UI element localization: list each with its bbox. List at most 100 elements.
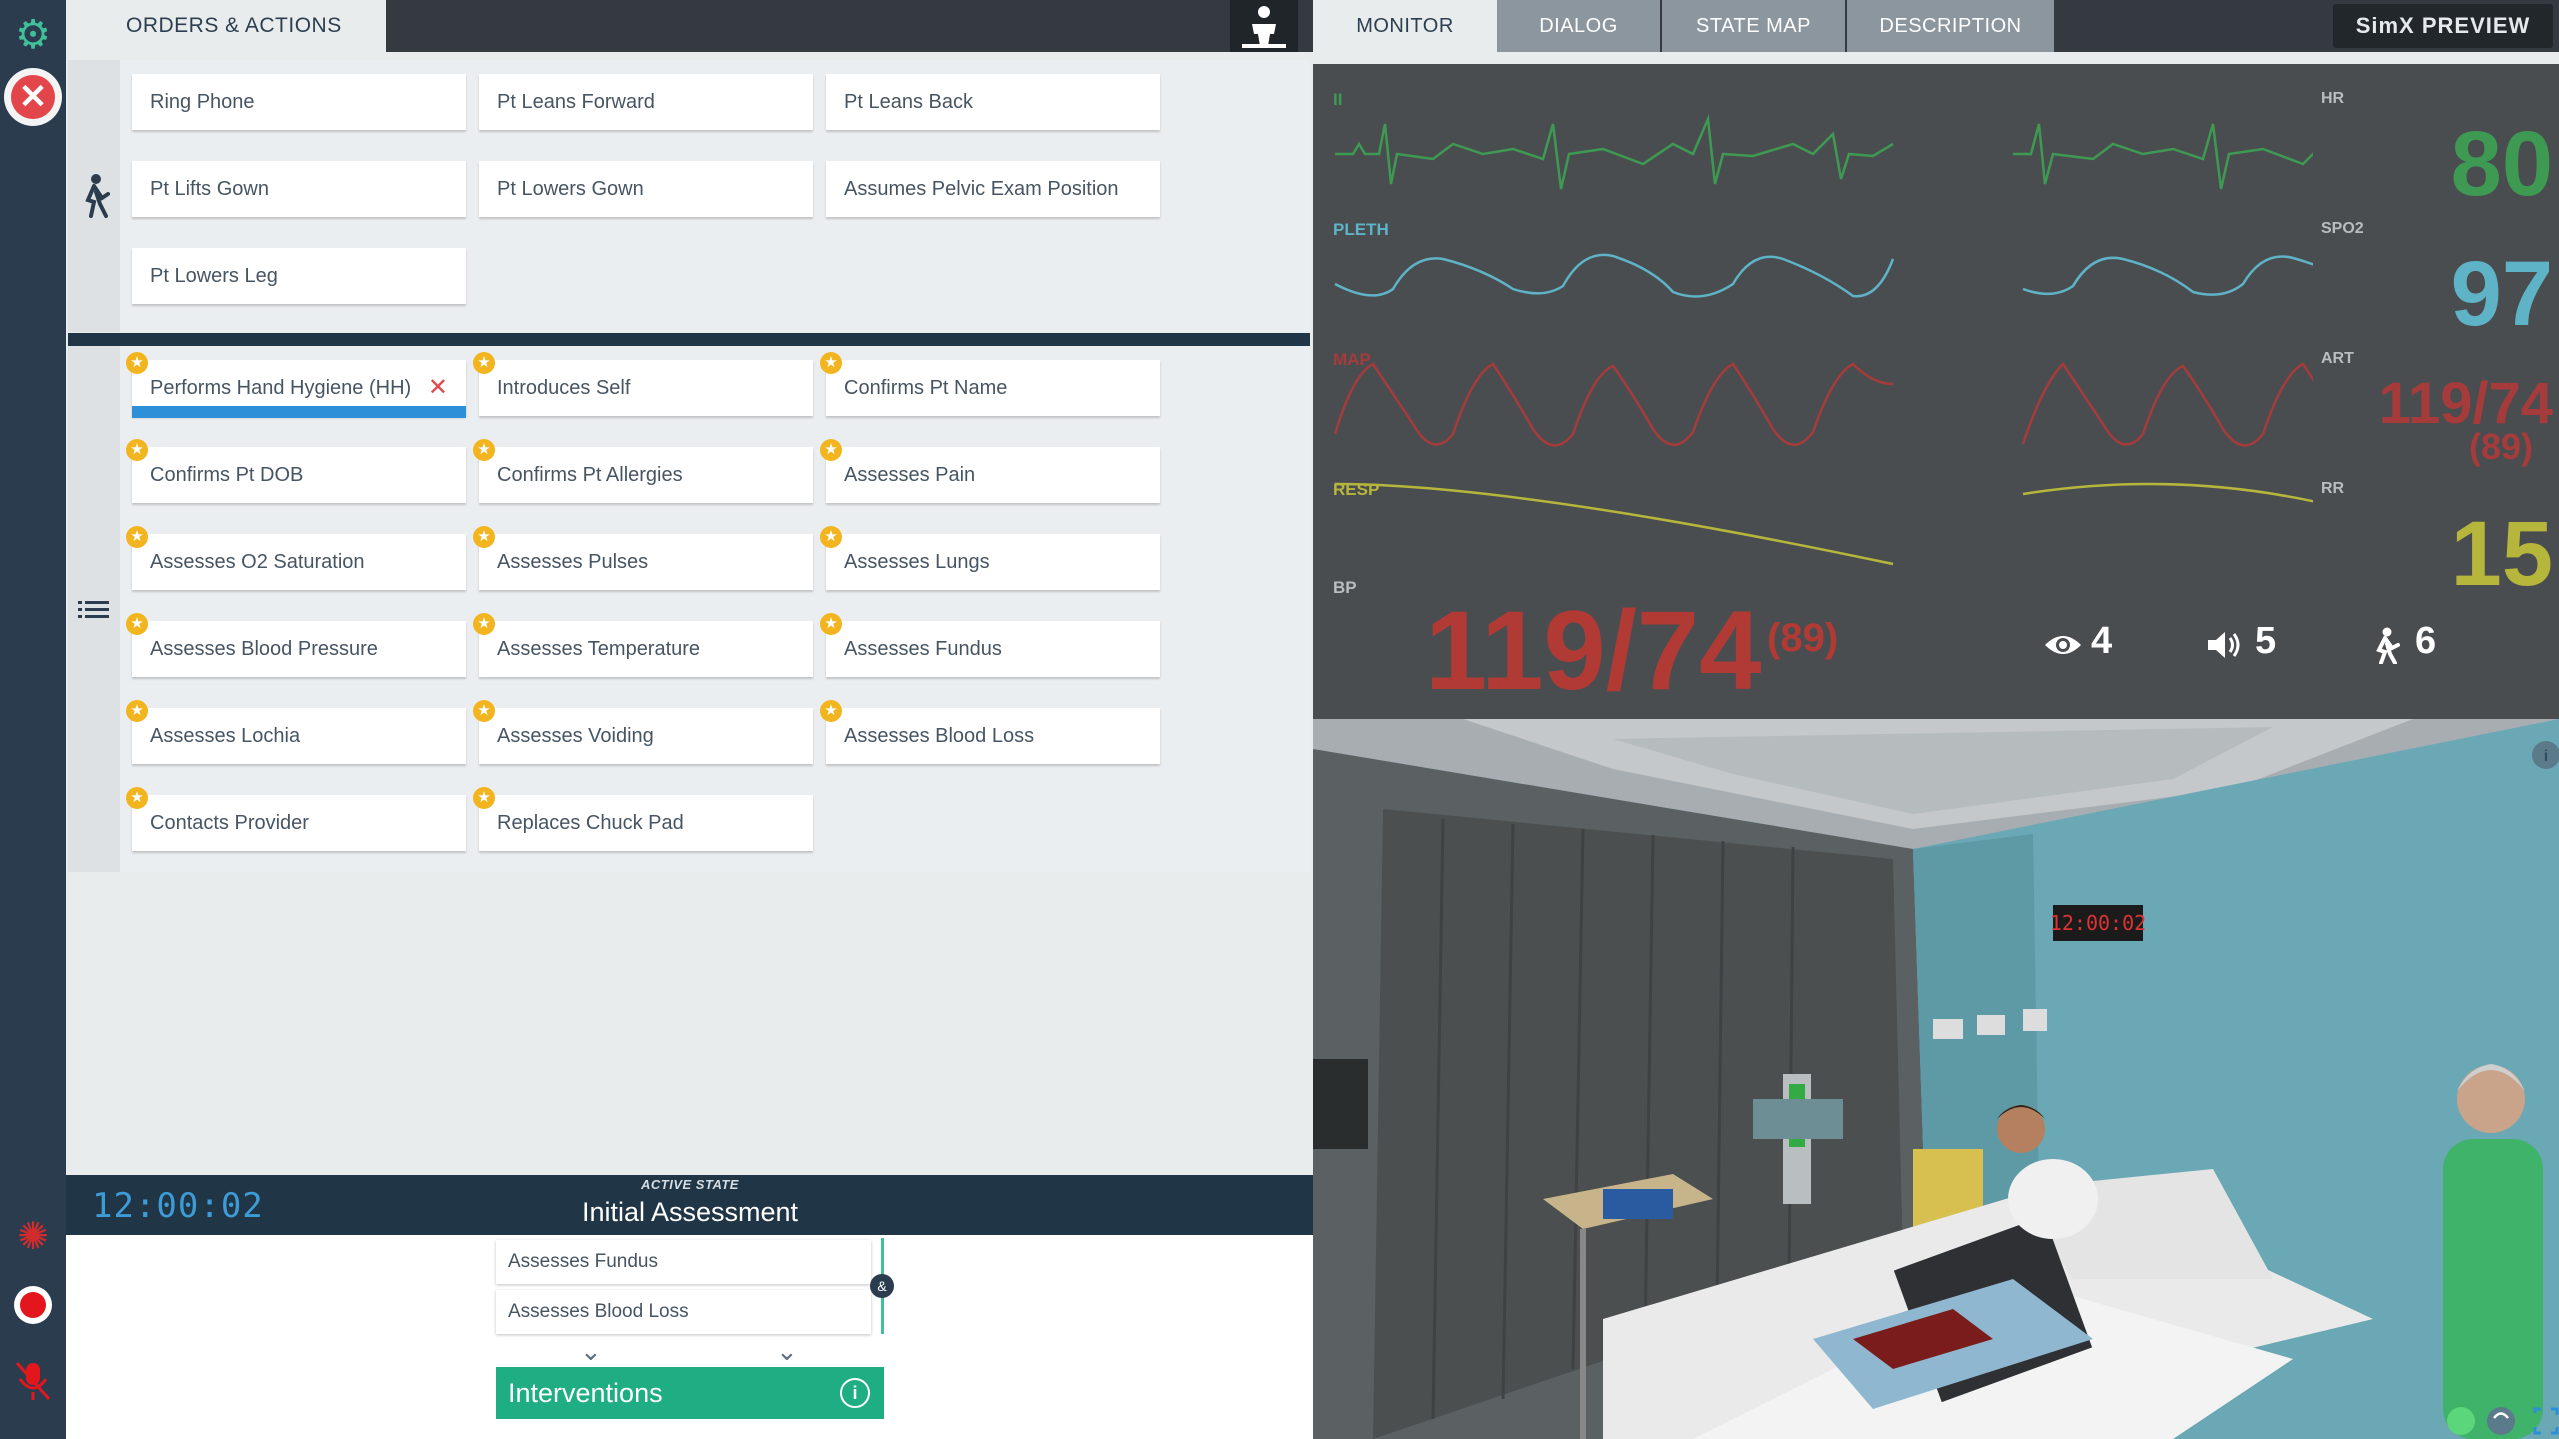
star-icon: ★ — [126, 526, 148, 548]
list-icon — [76, 596, 112, 626]
hr-label: HR — [2321, 90, 2345, 107]
next-state-interventions[interactable]: Interventions i — [496, 1367, 884, 1419]
speaker-count: 5 — [2255, 620, 2277, 662]
tab-description[interactable]: DESCRIPTION — [1847, 0, 2054, 52]
art-label: ART — [2321, 350, 2354, 367]
rr-label: RR — [2321, 480, 2345, 497]
star-icon: ★ — [473, 352, 495, 374]
progress-bar — [132, 406, 466, 418]
action-assesses-lungs[interactable]: ★ Assesses Lungs — [820, 526, 1160, 590]
vitals-monitor: II PLETH MAP RESP BP HR 80 SPO2 97 ART 1… — [1313, 64, 2559, 719]
tab-state-map[interactable]: STATE MAP — [1662, 0, 1845, 52]
pleth-waveform — [1334, 253, 2313, 298]
action-contacts-provider[interactable]: ★ Contacts Provider — [126, 787, 466, 851]
reset-view-icon — [2487, 1407, 2515, 1435]
action-pt-leans-back[interactable]: Pt Leans Back — [826, 74, 1160, 130]
close-button[interactable]: ✕ — [4, 68, 62, 126]
ecg-waveform — [1335, 114, 2313, 190]
speaker-icon — [2205, 628, 2243, 667]
art-waveform — [1333, 362, 2313, 447]
action-introduces-self[interactable]: ★ Introduces Self — [473, 352, 813, 416]
spo2-value: 97 — [2450, 243, 2553, 345]
star-icon: ★ — [820, 526, 842, 548]
star-icon: ★ — [126, 700, 148, 722]
tab-monitor[interactable]: MONITOR — [1313, 0, 1497, 52]
star-icon: ★ — [473, 526, 495, 548]
status-indicator — [2447, 1407, 2475, 1435]
eye-count: 4 — [2091, 620, 2113, 662]
patient-view-button[interactable] — [1230, 0, 1298, 52]
state-name: Initial Assessment — [581, 1197, 799, 1227]
action-pt-leans-forward[interactable]: Pt Leans Forward — [479, 74, 813, 130]
action-assesses-blood-loss[interactable]: ★ Assesses Blood Loss — [820, 700, 1160, 764]
star-icon: ★ — [126, 613, 148, 635]
svg-text:i: i — [2544, 748, 2548, 765]
action-pt-lowers-gown[interactable]: Pt Lowers Gown — [479, 161, 813, 217]
star-icon: ★ — [473, 613, 495, 635]
resp-waveform — [1334, 482, 2313, 566]
action-assesses-fundus[interactable]: ★ Assesses Fundus — [820, 613, 1160, 677]
pending-action-fundus[interactable]: Assesses Fundus — [496, 1240, 871, 1284]
action-assesses-voiding[interactable]: ★ Assesses Voiding — [473, 700, 813, 764]
sim-clock: 12:00:02 — [92, 1186, 264, 1226]
star-icon: ★ — [126, 352, 148, 374]
action-assesses-temperature[interactable]: ★ Assesses Temperature — [473, 613, 813, 677]
star-icon: ★ — [126, 439, 148, 461]
walking-person-icon — [74, 170, 114, 220]
art-value: 119/74 — [2378, 371, 2553, 436]
action-confirms-pt-name[interactable]: ★ Confirms Pt Name — [820, 352, 1160, 416]
chevron-down-icon[interactable]: ⌄ — [580, 1336, 602, 1367]
walking-count: 6 — [2415, 620, 2437, 662]
star-icon: ★ — [126, 787, 148, 809]
close-icon: ✕ — [11, 75, 55, 119]
action-assesses-pain[interactable]: ★ Assesses Pain — [820, 439, 1160, 503]
simx-preview-badge: SimX PREVIEW — [2333, 4, 2553, 48]
patient-icon — [1242, 6, 1286, 48]
patient-actions-panel: Ring Phone Pt Leans Forward Pt Leans Bac… — [120, 60, 1310, 332]
action-replaces-chuck-pad[interactable]: ★ Replaces Chuck Pad — [473, 787, 813, 851]
tab-dialog[interactable]: DIALOG — [1497, 0, 1660, 52]
assessment-actions-panel: ★ Performs Hand Hygiene (HH) ✕ ★ Introduc… — [120, 346, 1310, 872]
action-assesses-bp[interactable]: ★ Assesses Blood Pressure — [126, 613, 466, 677]
info-icon[interactable]: i — [840, 1378, 870, 1408]
scene-clock-text: 12:00:02 — [2050, 911, 2146, 935]
action-pelvic-exam-position[interactable]: Assumes Pelvic Exam Position — [826, 161, 1160, 217]
star-icon: ★ — [820, 352, 842, 374]
action-assesses-lochia[interactable]: ★ Assesses Lochia — [126, 700, 466, 764]
action-confirms-pt-dob[interactable]: ★ Confirms Pt DOB — [126, 439, 466, 503]
star-icon: ★ — [820, 700, 842, 722]
tab-orders-actions[interactable]: ORDERS & ACTIONS — [66, 0, 386, 52]
panel-divider — [68, 333, 1310, 346]
bp-mean: (89) — [1767, 616, 1839, 660]
star-icon: ★ — [473, 439, 495, 461]
virus-icon[interactable]: ✺ — [8, 1212, 58, 1262]
waveform-area — [1333, 114, 2313, 566]
action-pt-lifts-gown[interactable]: Pt Lifts Gown — [132, 161, 466, 217]
star-icon: ★ — [820, 613, 842, 635]
gear-icon[interactable]: ⚙ — [10, 12, 56, 58]
and-badge: & — [870, 1274, 894, 1298]
eye-icon — [2043, 630, 2083, 665]
hr-value: 80 — [2450, 113, 2553, 215]
mute-mic-icon[interactable] — [8, 1356, 58, 1406]
star-icon: ★ — [820, 439, 842, 461]
action-pt-lowers-leg[interactable]: Pt Lowers Leg — [132, 248, 466, 304]
action-confirms-pt-allergies[interactable]: ★ Confirms Pt Allergies — [473, 439, 813, 503]
action-assesses-pulses[interactable]: ★ Assesses Pulses — [473, 526, 813, 590]
spo2-label: SPO2 — [2321, 220, 2364, 237]
art-mean: (89) — [2468, 426, 2533, 467]
pending-action-blood-loss[interactable]: Assesses Blood Loss — [496, 1290, 871, 1334]
rr-value: 15 — [2450, 503, 2553, 605]
active-state-label: ACTIVE STATE — [641, 1177, 739, 1192]
star-icon: ★ — [473, 700, 495, 722]
action-hand-hygiene[interactable]: ★ Performs Hand Hygiene (HH) ✕ — [126, 352, 466, 418]
simulation-scene[interactable]: 12:00:02 i — [1313, 719, 2559, 1439]
star-icon: ★ — [473, 787, 495, 809]
action-assesses-o2[interactable]: ★ Assesses O2 Saturation — [126, 526, 466, 590]
chevron-down-icon[interactable]: ⌄ — [776, 1336, 798, 1367]
action-ring-phone[interactable]: Ring Phone — [132, 74, 466, 130]
bp-value: 119/74 — [1425, 588, 1762, 713]
record-button[interactable] — [8, 1280, 58, 1330]
walking-icon — [2367, 626, 2401, 669]
left-rail: ⚙ ✕ ✺ — [0, 0, 66, 1439]
